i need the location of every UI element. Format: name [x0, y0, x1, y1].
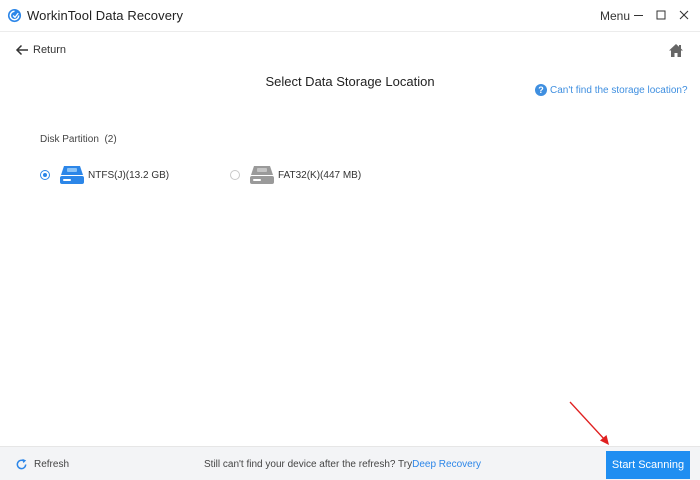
- drive-icon: [250, 166, 274, 184]
- refresh-button[interactable]: Refresh: [15, 458, 69, 471]
- footer-message-text: Still can't find your device after the r…: [204, 459, 413, 470]
- refresh-label: Refresh: [34, 459, 70, 470]
- section-title: Disk Partition (2): [40, 134, 117, 145]
- drive-icon: [60, 166, 84, 184]
- annotation-arrow-icon: [569, 401, 609, 445]
- menu-button[interactable]: Menu: [600, 9, 630, 23]
- start-scanning-button[interactable]: Start Scanning: [606, 451, 690, 479]
- app-title: WorkinTool Data Recovery: [27, 8, 184, 23]
- partition-radio[interactable]: [40, 170, 50, 180]
- close-icon[interactable]: [677, 8, 691, 22]
- help-link-label: Can't find the storage location?: [550, 84, 688, 96]
- help-link[interactable]: ? Can't find the storage location?: [535, 84, 688, 96]
- minimize-icon[interactable]: [632, 8, 646, 22]
- title-bar: WorkinTool Data Recovery Menu: [0, 0, 700, 32]
- partition-radio[interactable]: [230, 170, 240, 180]
- partition-label: FAT32(K)(447 MB): [278, 169, 362, 181]
- partition-fat32-k[interactable]: FAT32(K)(447 MB): [230, 164, 361, 186]
- footer-bar: Refresh Still can't find your device aft…: [0, 446, 700, 480]
- app-logo-icon: [7, 8, 22, 23]
- partition-label: NTFS(J)(13.2 GB): [88, 169, 170, 181]
- return-button[interactable]: Return: [15, 43, 66, 57]
- return-label: Return: [33, 44, 67, 56]
- arrow-left-icon: [15, 44, 28, 56]
- deep-recovery-link[interactable]: Deep Recovery: [412, 459, 481, 470]
- partition-ntfs-j[interactable]: NTFS(J)(13.2 GB): [40, 164, 169, 186]
- footer-message: Still can't find your device after the r…: [204, 459, 481, 470]
- question-icon: ?: [535, 84, 547, 96]
- home-icon[interactable]: [668, 43, 684, 58]
- maximize-icon[interactable]: [654, 8, 668, 22]
- refresh-icon: [16, 458, 27, 470]
